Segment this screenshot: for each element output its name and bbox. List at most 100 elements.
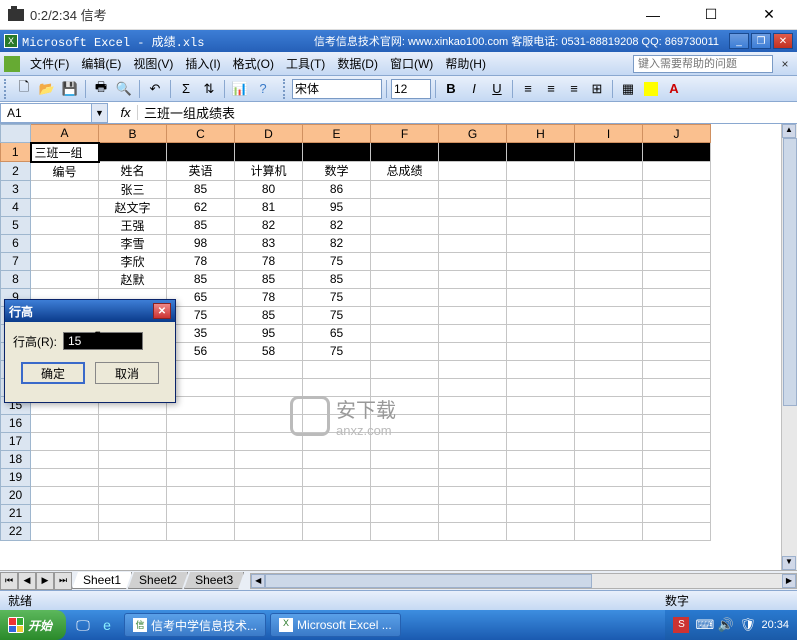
cell-B18[interactable] (99, 450, 167, 468)
row-header-4[interactable]: 4 (1, 198, 31, 216)
cell-F11[interactable] (371, 324, 439, 342)
menu-item-2[interactable]: 视图(V) (127, 53, 179, 74)
cell-D1[interactable] (235, 143, 303, 162)
cell-G17[interactable] (439, 432, 507, 450)
cell-H18[interactable] (507, 450, 575, 468)
cell-C15[interactable] (167, 396, 235, 414)
cell-D10[interactable]: 85 (235, 306, 303, 324)
cell-H11[interactable] (507, 324, 575, 342)
cell-E7[interactable]: 75 (303, 252, 371, 270)
hscroll-right-button[interactable]: ▶ (782, 574, 796, 588)
cell-E22[interactable] (303, 522, 371, 540)
cell-G11[interactable] (439, 324, 507, 342)
cell-E13[interactable] (303, 360, 371, 378)
cell-C2[interactable]: 英语 (167, 162, 235, 181)
cell-H22[interactable] (507, 522, 575, 540)
cell-J1[interactable] (643, 143, 711, 162)
cell-J6[interactable] (643, 234, 711, 252)
cell-J14[interactable] (643, 378, 711, 396)
cell-A22[interactable] (31, 522, 99, 540)
cell-B22[interactable] (99, 522, 167, 540)
cell-E15[interactable] (303, 396, 371, 414)
cell-A2[interactable]: 编号 (31, 162, 99, 181)
font-select[interactable] (292, 79, 382, 99)
cell-I14[interactable] (575, 378, 643, 396)
cell-I21[interactable] (575, 504, 643, 522)
row-header-18[interactable]: 18 (1, 450, 31, 468)
row-header-3[interactable]: 3 (1, 180, 31, 198)
cell-D16[interactable] (235, 414, 303, 432)
undo-button[interactable]: ↶ (144, 78, 166, 100)
cell-D21[interactable] (235, 504, 303, 522)
cell-I19[interactable] (575, 468, 643, 486)
horizontal-scrollbar[interactable]: ◀ ▶ (250, 573, 797, 589)
row-header-1[interactable]: 1 (1, 143, 31, 162)
menu-item-6[interactable]: 数据(D) (331, 53, 384, 74)
cell-C11[interactable]: 35 (167, 324, 235, 342)
menu-item-0[interactable]: 文件(F) (24, 53, 75, 74)
cell-D22[interactable] (235, 522, 303, 540)
taskbar-task-0[interactable]: 信信考中学信息技术... (124, 613, 266, 637)
cell-E18[interactable] (303, 450, 371, 468)
sort-button[interactable]: ⇅ (198, 78, 220, 100)
cell-C13[interactable] (167, 360, 235, 378)
cell-A18[interactable] (31, 450, 99, 468)
cell-H5[interactable] (507, 216, 575, 234)
help-search-input[interactable] (633, 55, 773, 73)
cell-G8[interactable] (439, 270, 507, 288)
row-header-2[interactable]: 2 (1, 162, 31, 181)
col-header-B[interactable]: B (99, 125, 167, 143)
cell-G3[interactable] (439, 180, 507, 198)
col-header-C[interactable]: C (167, 125, 235, 143)
cell-C14[interactable] (167, 378, 235, 396)
tab-nav-first[interactable]: ⏮ (0, 572, 18, 590)
tray-ime-icon[interactable]: ⌨ (695, 617, 711, 633)
cell-B7[interactable]: 李欣 (99, 252, 167, 270)
cell-C22[interactable] (167, 522, 235, 540)
cell-C21[interactable] (167, 504, 235, 522)
cell-D20[interactable] (235, 486, 303, 504)
cell-A19[interactable] (31, 468, 99, 486)
col-header-I[interactable]: I (575, 125, 643, 143)
cell-C18[interactable] (167, 450, 235, 468)
cell-D15[interactable] (235, 396, 303, 414)
cell-G5[interactable] (439, 216, 507, 234)
cell-A5[interactable] (31, 216, 99, 234)
cell-D3[interactable]: 80 (235, 180, 303, 198)
cell-D2[interactable]: 计算机 (235, 162, 303, 181)
save-button[interactable]: 💾 (59, 78, 81, 100)
cell-C12[interactable]: 56 (167, 342, 235, 360)
cell-I1[interactable] (575, 143, 643, 162)
vertical-scrollbar[interactable]: ▲ ▼ (781, 124, 797, 570)
cell-J3[interactable] (643, 180, 711, 198)
dialog-cancel-button[interactable]: 取消 (95, 362, 159, 384)
cell-A17[interactable] (31, 432, 99, 450)
tray-lang-icon[interactable]: S (673, 617, 689, 633)
cell-F16[interactable] (371, 414, 439, 432)
excel-close-button[interactable]: ✕ (773, 33, 793, 49)
cell-C8[interactable]: 85 (167, 270, 235, 288)
cell-J21[interactable] (643, 504, 711, 522)
tray-shield-icon[interactable]: 🛡 (739, 617, 755, 633)
cell-H4[interactable] (507, 198, 575, 216)
cell-E14[interactable] (303, 378, 371, 396)
cell-F12[interactable] (371, 342, 439, 360)
cell-D8[interactable]: 85 (235, 270, 303, 288)
cell-D18[interactable] (235, 450, 303, 468)
cell-H12[interactable] (507, 342, 575, 360)
row-header-6[interactable]: 6 (1, 234, 31, 252)
sheet-tab-sheet1[interactable]: Sheet1 (72, 572, 132, 589)
cell-D5[interactable]: 82 (235, 216, 303, 234)
ie-icon[interactable]: e (98, 616, 116, 634)
font-color-button[interactable]: A (663, 78, 685, 100)
cell-B5[interactable]: 王强 (99, 216, 167, 234)
align-center-button[interactable]: ≡ (540, 78, 562, 100)
cell-F13[interactable] (371, 360, 439, 378)
cell-G6[interactable] (439, 234, 507, 252)
merge-button[interactable]: ⊞ (586, 78, 608, 100)
print-button[interactable]: 🖶 (90, 78, 112, 100)
cell-I12[interactable] (575, 342, 643, 360)
menu-item-3[interactable]: 插入(I) (179, 53, 226, 74)
cell-A16[interactable] (31, 414, 99, 432)
italic-button[interactable]: I (463, 78, 485, 100)
